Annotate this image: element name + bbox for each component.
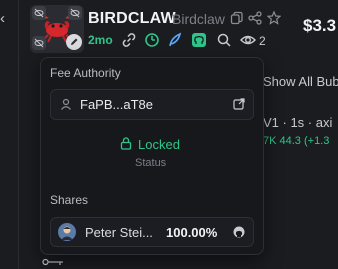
edit-pencil-icon[interactable] <box>66 34 82 50</box>
back-chevron-icon[interactable]: ‹ <box>0 10 10 28</box>
share-icon[interactable] <box>248 11 262 25</box>
shares-label: Shares <box>50 193 89 207</box>
star-icon[interactable] <box>267 11 281 25</box>
github-icon[interactable] <box>191 32 207 48</box>
pair-stats: 7K 44.3 (+1.3 <box>263 135 330 147</box>
eye-icon[interactable] <box>240 32 256 48</box>
eye-slash-icon[interactable] <box>32 36 46 50</box>
avatar <box>58 223 76 241</box>
external-link-icon[interactable] <box>233 98 245 110</box>
token-age: 2mo <box>88 33 113 47</box>
eye-slash-icon[interactable] <box>32 6 46 20</box>
github-icon[interactable] <box>233 226 245 238</box>
token-name: BIRDCLAW <box>88 10 176 27</box>
lock-status-value: Locked <box>138 137 180 152</box>
holders-count: 2 <box>259 34 266 48</box>
feather-icon[interactable] <box>167 32 183 48</box>
lock-icon <box>120 137 132 150</box>
divider <box>18 0 19 269</box>
pair-info: V1 · 1s · axi <box>263 115 333 130</box>
link-icon[interactable] <box>121 32 137 48</box>
key-icon <box>42 258 63 266</box>
show-all-bubbles-label[interactable]: Show All Bub <box>263 74 338 89</box>
eye-slash-icon[interactable] <box>68 6 82 20</box>
user-icon <box>61 98 71 110</box>
token-price: $3.3 <box>303 16 337 35</box>
fee-address[interactable]: FaPB...aT8e <box>80 97 153 112</box>
token-symbol: Birdclaw <box>172 11 225 27</box>
lock-status-caption: Status <box>135 157 167 169</box>
clock-pie-icon[interactable] <box>144 32 160 48</box>
share-holder-name: Peter Stei... <box>85 225 153 240</box>
search-icon[interactable] <box>216 32 232 48</box>
fee-authority-label: Fee Authority <box>50 66 121 80</box>
copy-icon[interactable] <box>230 11 244 25</box>
share-percent: 100.00% <box>166 225 218 240</box>
